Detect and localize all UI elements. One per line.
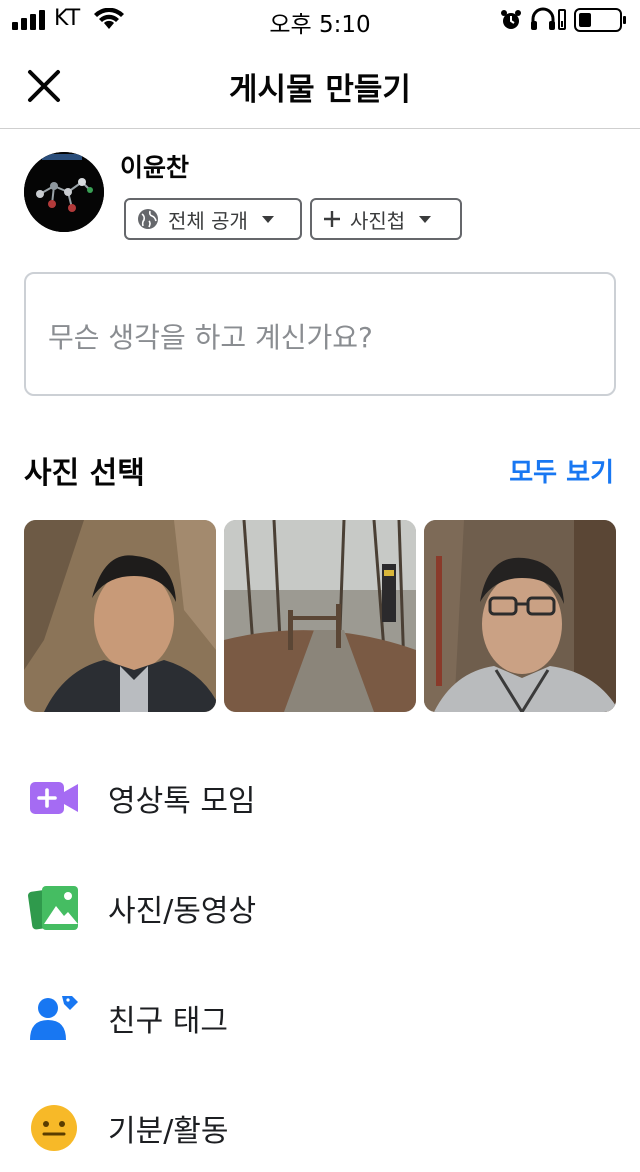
trail-photo: [224, 520, 416, 712]
option-label: 기분/활동: [108, 1114, 229, 1149]
selfie-photo-1: [24, 520, 216, 712]
avatar-image: [24, 152, 104, 232]
option-feeling-activity[interactable]: 기분/활동: [0, 1082, 640, 1172]
plus-icon: [324, 211, 340, 227]
chevron-down-icon: [419, 215, 432, 223]
option-label: 친구 태그: [108, 1004, 228, 1039]
chevron-down-icon: [261, 215, 274, 223]
photo-section-title: 사진 선택: [24, 456, 145, 491]
alarm-icon: [501, 10, 521, 29]
audience-public-label: 전체 공개: [168, 208, 248, 233]
tag-friend-icon: [30, 996, 78, 1040]
video-plus-icon: [30, 782, 78, 814]
smiley-icon: [31, 1105, 77, 1151]
status-bar: KT 오후 5:10: [0, 0, 640, 40]
battery-icon: [574, 8, 626, 32]
audience-public-button[interactable]: 전체 공개: [124, 198, 302, 240]
album-button[interactable]: 사진첩: [310, 198, 462, 240]
headphones-icon: [531, 7, 566, 30]
photo-thumbnail[interactable]: [424, 520, 616, 712]
selfie-photo-2: [424, 520, 616, 712]
post-text-input[interactable]: 무슨 생각을 하고 계신가요?: [24, 272, 616, 396]
photo-thumbnail[interactable]: [24, 520, 216, 712]
option-label: 영상톡 모임: [108, 784, 256, 819]
album-label: 사진첩: [350, 208, 406, 233]
avatar[interactable]: [24, 152, 104, 232]
option-photo-video[interactable]: 사진/동영상: [0, 862, 640, 952]
option-tag-friends[interactable]: 친구 태그: [0, 972, 640, 1062]
option-label: 사진/동영상: [108, 894, 257, 929]
page-title: 게시물 만들기: [229, 72, 411, 108]
profile-name: 이윤찬: [120, 153, 190, 182]
post-text-placeholder: 무슨 생각을 하고 계신가요?: [48, 321, 373, 354]
option-video-room[interactable]: 영상톡 모임: [0, 752, 640, 842]
photo-thumbnail[interactable]: [224, 520, 416, 712]
globe-icon: [138, 209, 158, 229]
see-all-button[interactable]: 모두 보기: [509, 452, 614, 489]
header-bar: 게시물 만들기: [0, 40, 640, 129]
photo-icon: [28, 886, 78, 930]
